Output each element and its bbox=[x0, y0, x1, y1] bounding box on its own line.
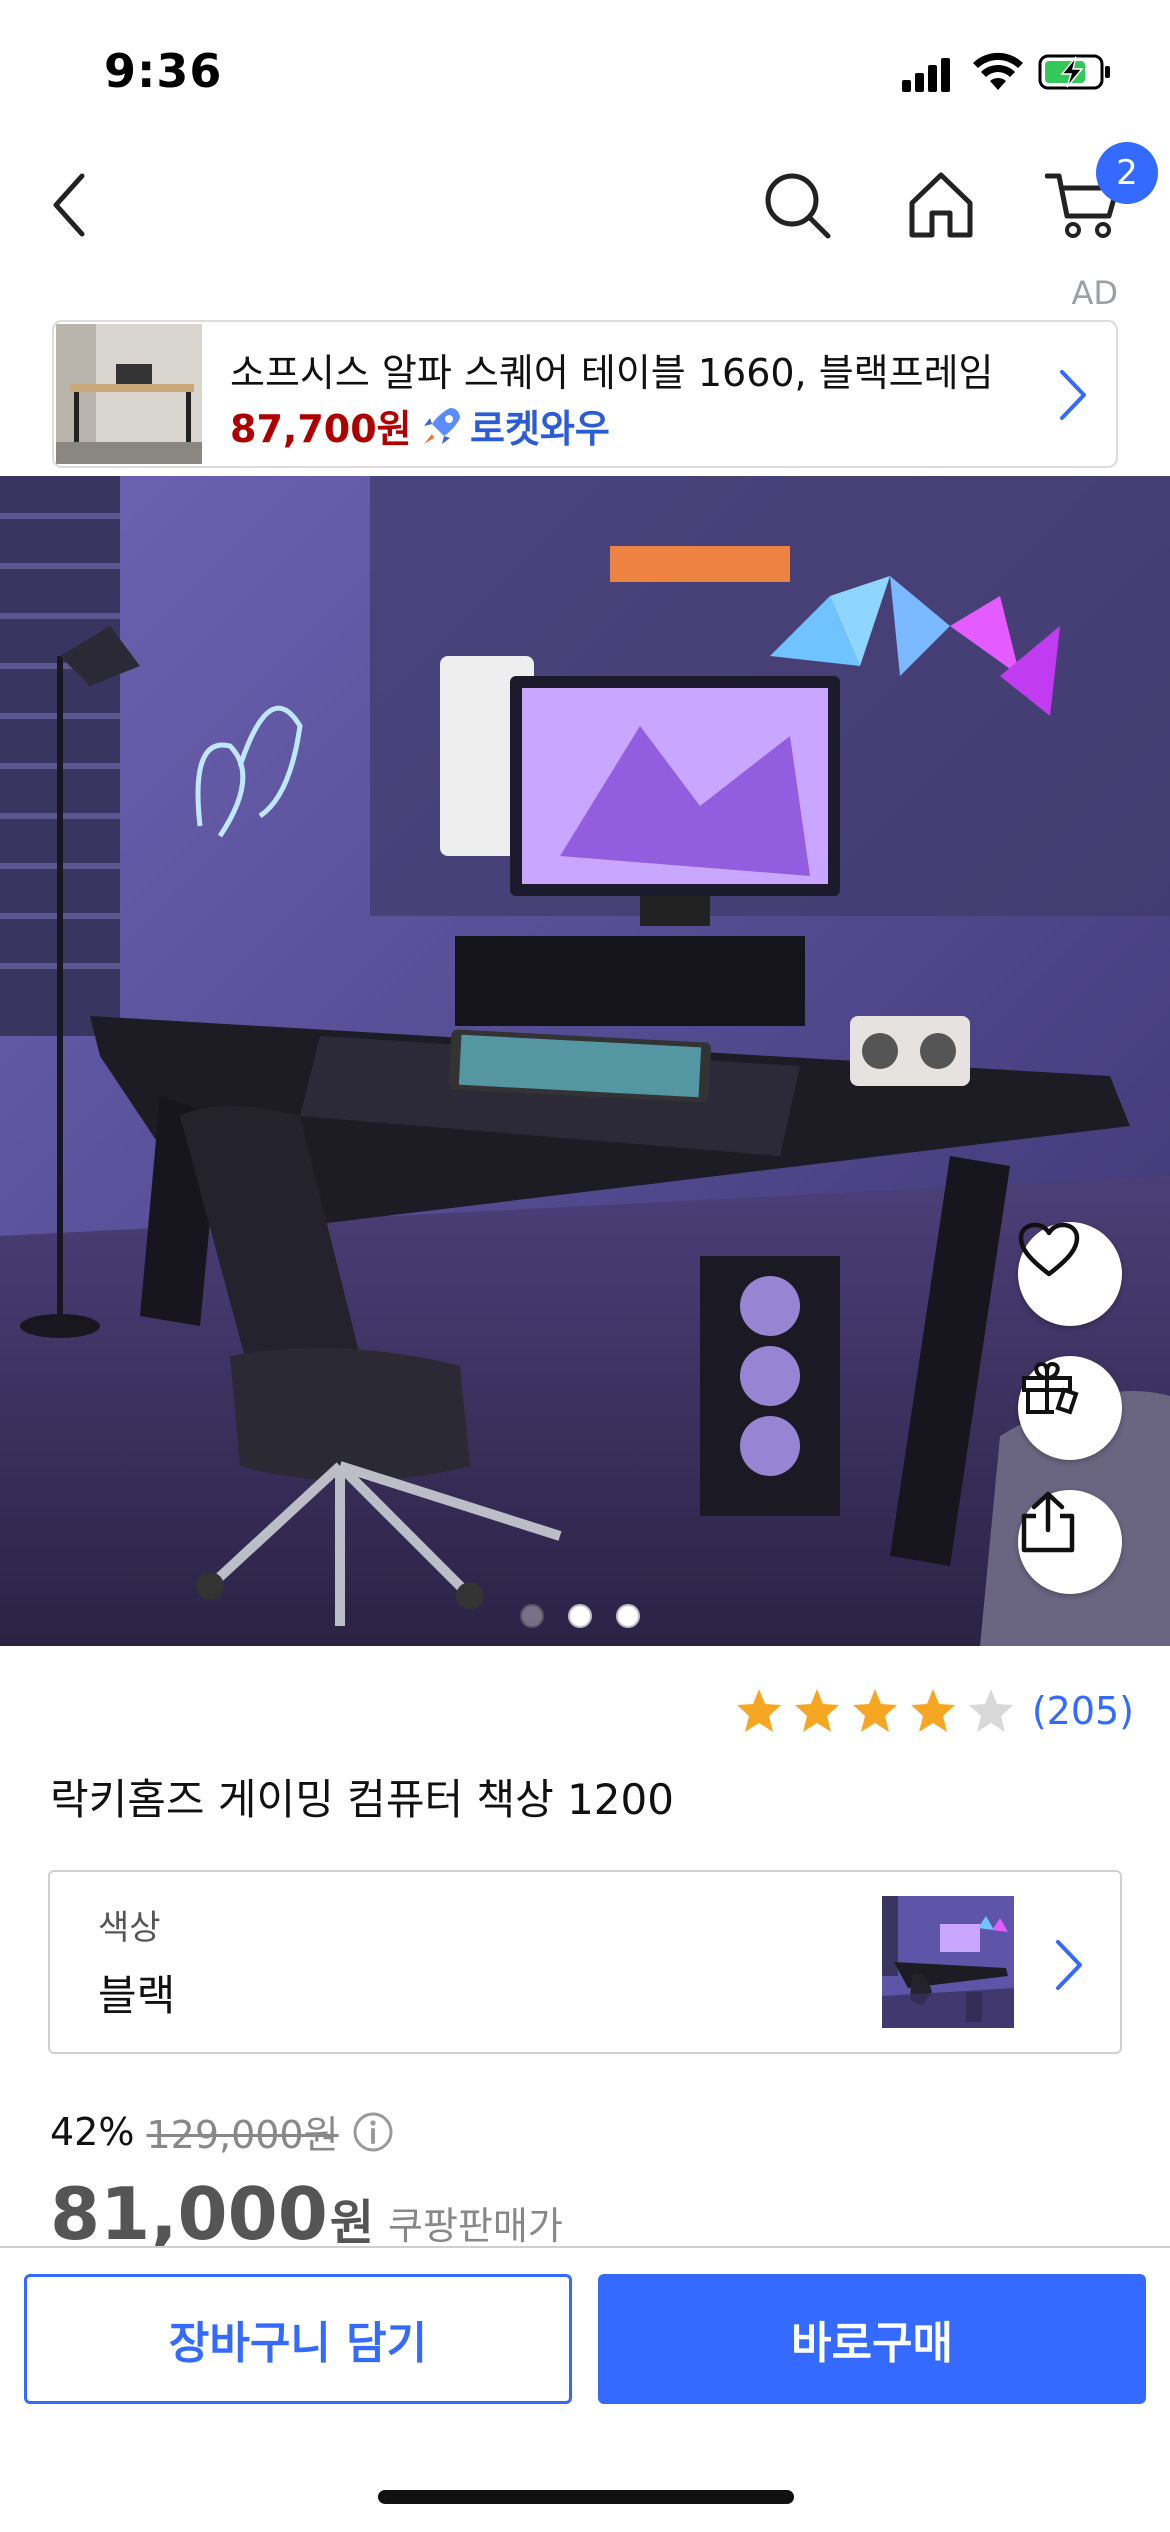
sale-price-unit: 원 bbox=[329, 2195, 375, 2251]
info-icon[interactable] bbox=[351, 2110, 395, 2154]
review-count[interactable]: (205) bbox=[1032, 1689, 1134, 1733]
sale-price: 81,000 bbox=[50, 2172, 328, 2256]
ad-banner[interactable]: 소프시스 알파 스퀘어 테이블 1660, 블랙프레임 87,700원 로켓와우 bbox=[52, 320, 1118, 468]
option-label: 색상 bbox=[98, 1908, 161, 1948]
home-indicator[interactable] bbox=[378, 2490, 794, 2504]
ad-label: AD bbox=[1071, 274, 1118, 312]
search-button[interactable] bbox=[752, 150, 842, 260]
home-icon bbox=[909, 172, 973, 238]
discount-row: 42% 129,000원 bbox=[50, 2104, 395, 2159]
ad-product-image bbox=[56, 324, 202, 464]
rocket-badge-label: 로켓와우 bbox=[470, 407, 610, 451]
status-bar: 9:36 bbox=[0, 0, 1170, 140]
add-to-cart-button[interactable]: 장바구니 담기 bbox=[24, 2274, 572, 2404]
heart-icon bbox=[1018, 1222, 1080, 1277]
discount-rate: 42% bbox=[50, 2109, 135, 2154]
gift-rocket-icon bbox=[1022, 1361, 1079, 1415]
original-price: 129,000원 bbox=[146, 2113, 339, 2157]
rocket-icon bbox=[424, 407, 460, 444]
wishlist-button[interactable] bbox=[1018, 1222, 1122, 1326]
chevron-left-icon bbox=[53, 173, 85, 237]
product-rating[interactable]: (205) bbox=[734, 1686, 1134, 1736]
star-filled-icon bbox=[910, 1689, 955, 1732]
battery-charging-icon bbox=[1038, 54, 1110, 90]
back-button[interactable] bbox=[24, 150, 114, 260]
product-photo bbox=[0, 476, 1170, 1646]
home-button[interactable] bbox=[896, 150, 986, 260]
search-icon bbox=[765, 173, 831, 239]
rocket-badge: 로켓와우 bbox=[420, 398, 610, 453]
product-title: 락키홈즈 게이밍 컴퓨터 책상 1200 bbox=[50, 1775, 674, 1824]
sale-price-row: 81,000 원 쿠팡판매가 bbox=[50, 2172, 563, 2256]
cart-count-badge: 2 bbox=[1096, 142, 1158, 204]
star-filled-icon bbox=[736, 1689, 781, 1732]
ad-title: 소프시스 알파 스퀘어 테이블 1660, 블랙프레임 bbox=[230, 351, 994, 395]
option-thumbnail bbox=[882, 1896, 1014, 2028]
share-button[interactable] bbox=[1018, 1490, 1122, 1594]
chevron-right-icon bbox=[1060, 370, 1086, 420]
buy-now-button[interactable]: 바로구매 bbox=[598, 2274, 1146, 2404]
top-nav bbox=[0, 150, 1170, 260]
ad-price: 87,700원 bbox=[230, 407, 412, 451]
seller-tag: 쿠팡판매가 bbox=[388, 2204, 563, 2248]
gallery-pagination bbox=[520, 1604, 640, 1628]
option-value: 블랙 bbox=[98, 1971, 176, 2020]
star-filled-icon bbox=[794, 1689, 839, 1732]
bottom-action-bar: 장바구니 담기 바로구매 bbox=[0, 2246, 1170, 2532]
color-option-selector[interactable]: 색상 블랙 bbox=[48, 1870, 1122, 2054]
pagination-dot[interactable] bbox=[616, 1604, 640, 1628]
gift-button[interactable] bbox=[1018, 1356, 1122, 1460]
pagination-dot[interactable] bbox=[568, 1604, 592, 1628]
star-empty-icon bbox=[968, 1689, 1013, 1732]
star-filled-icon bbox=[852, 1689, 897, 1732]
product-image-gallery[interactable] bbox=[0, 476, 1170, 1646]
status-time: 9:36 bbox=[104, 44, 223, 98]
cellular-signal-icon bbox=[902, 56, 954, 92]
share-icon bbox=[1021, 1491, 1075, 1553]
pagination-dot[interactable] bbox=[520, 1604, 544, 1628]
chevron-right-icon bbox=[1056, 1940, 1082, 1990]
wifi-icon bbox=[973, 52, 1023, 90]
